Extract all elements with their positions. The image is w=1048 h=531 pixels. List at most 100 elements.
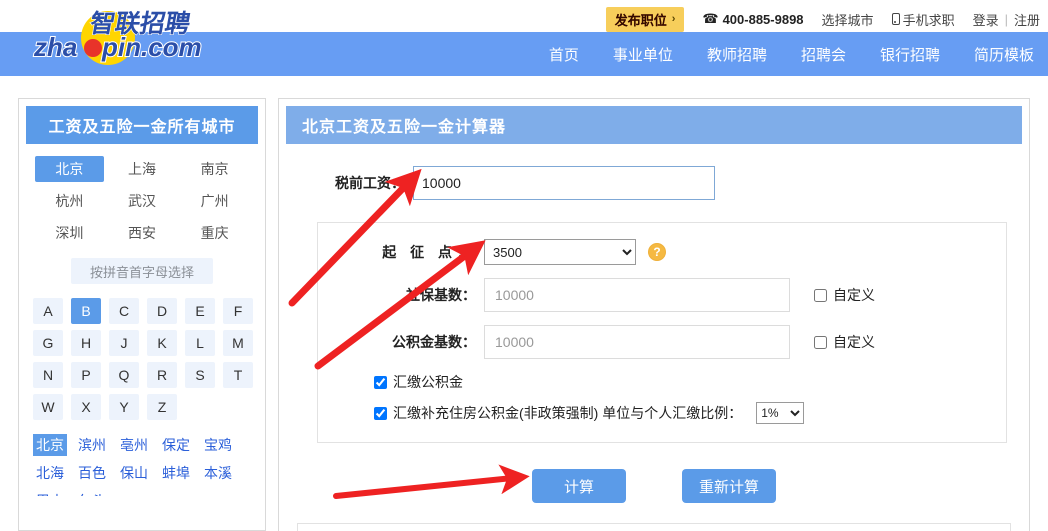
- register-link[interactable]: 注册: [1014, 10, 1040, 29]
- site-logo[interactable]: 智联招聘 zha pin.com: [16, 2, 216, 72]
- result-column-personal: [298, 524, 654, 531]
- svg-text:pin.com: pin.com: [101, 32, 202, 62]
- letter-city-4[interactable]: 宝鸡: [201, 434, 235, 456]
- select-city-link[interactable]: 选择城市: [822, 10, 874, 29]
- support-phone: ☎ 400-885-9898: [702, 11, 803, 27]
- nav-item-teacher[interactable]: 教师招聘: [707, 44, 767, 65]
- alphabet-grid: ABCDEF GHJKLM NPQRST WXYZ: [19, 284, 265, 426]
- result-column-company: [654, 524, 1010, 531]
- alphabet-cell-Z[interactable]: Z: [147, 394, 177, 420]
- fund-base-row: 公积金基数： 自定义: [318, 325, 1006, 359]
- content-area: 工资及五险一金所有城市 北京 上海 南京 杭州 武汉 广州 深圳 西安 重庆 按拼音首字母选择 …: [0, 76, 1048, 531]
- help-icon[interactable]: ?: [648, 243, 666, 261]
- alphabet-cell-L[interactable]: L: [185, 330, 215, 356]
- alphabet-cell-D[interactable]: D: [147, 298, 177, 324]
- calculator-panel: 北京工资及五险一金计算器 税前工资： 起 征 点： 35005000 ? 社保基…: [278, 98, 1030, 531]
- login-link[interactable]: 登录: [973, 10, 999, 29]
- threshold-row: 起 征 点： 35005000 ?: [318, 239, 1006, 265]
- nav-item-home[interactable]: 首页: [549, 44, 579, 65]
- alphabet-cell-W[interactable]: W: [33, 394, 63, 420]
- letter-city-6[interactable]: 百色: [75, 462, 109, 484]
- mobile-job-label: 手机求职: [902, 12, 955, 28]
- alphabet-cell-blank: [185, 394, 215, 420]
- pinyin-select-button[interactable]: 按拼音首字母选择: [71, 258, 213, 284]
- alphabet-cell-S[interactable]: S: [185, 362, 215, 388]
- alphabet-cell-G[interactable]: G: [33, 330, 63, 356]
- alphabet-cell-M[interactable]: M: [223, 330, 253, 356]
- alphabet-cell-H[interactable]: H: [71, 330, 101, 356]
- supplement-fund-checkbox[interactable]: [374, 406, 387, 420]
- fund-base-custom-toggle[interactable]: 自定义: [814, 332, 875, 352]
- social-base-input[interactable]: [484, 278, 790, 312]
- supplement-fund-label: 汇缴补充住房公积金(非政策强制) 单位与个人汇缴比例：: [393, 405, 743, 421]
- letter-city-5[interactable]: 北海: [33, 462, 67, 484]
- letter-city-9[interactable]: 本溪: [201, 462, 235, 484]
- alphabet-cell-J[interactable]: J: [109, 330, 139, 356]
- fund-base-input[interactable]: [484, 325, 790, 359]
- letter-city-2[interactable]: 亳州: [117, 434, 151, 456]
- hot-city-5[interactable]: 广州: [180, 188, 249, 214]
- calculate-button[interactable]: 计算: [532, 469, 626, 503]
- hot-city-7[interactable]: 西安: [108, 220, 177, 246]
- alphabet-cell-B[interactable]: B: [71, 298, 101, 324]
- letter-city-8[interactable]: 蚌埠: [159, 462, 193, 484]
- nav-item-shiye[interactable]: 事业单位: [613, 44, 673, 65]
- mobile-job-link[interactable]: 手机求职: [891, 10, 955, 29]
- social-base-custom-checkbox[interactable]: [814, 288, 827, 302]
- alphabet-cell-A[interactable]: A: [33, 298, 63, 324]
- hot-city-2[interactable]: 南京: [180, 156, 249, 182]
- alphabet-cell-C[interactable]: C: [109, 298, 139, 324]
- social-base-custom-label: 自定义: [833, 287, 875, 303]
- chevron-right-icon: ›: [671, 13, 676, 25]
- social-base-row: 社保基数： 自定义: [318, 278, 1006, 312]
- hot-city-8[interactable]: 重庆: [180, 220, 249, 246]
- supplement-ratio-select[interactable]: 1%2%3%4%5%: [756, 402, 805, 424]
- nav-item-resume[interactable]: 简历模板: [974, 44, 1034, 65]
- hot-city-4[interactable]: 武汉: [108, 188, 177, 214]
- alphabet-cell-F[interactable]: F: [223, 298, 253, 324]
- panel-title: 北京工资及五险一金计算器: [286, 106, 1022, 144]
- alphabet-cell-Y[interactable]: Y: [109, 394, 139, 420]
- letter-city-3[interactable]: 保定: [159, 434, 193, 456]
- letter-city-7[interactable]: 保山: [117, 462, 151, 484]
- social-base-label: 社保基数：: [406, 287, 476, 303]
- hot-city-grid: 北京 上海 南京杭州 武汉 广州深圳 西安 重庆: [19, 144, 265, 250]
- hot-city-6[interactable]: 深圳: [35, 220, 104, 246]
- alphabet-cell-Q[interactable]: Q: [109, 362, 139, 388]
- sidebar-title: 工资及五险一金所有城市: [26, 106, 258, 144]
- social-base-custom-toggle[interactable]: 自定义: [814, 285, 875, 305]
- reset-button[interactable]: 重新计算: [682, 469, 776, 503]
- post-job-badge[interactable]: 发布职位 发布职位 ›: [605, 6, 685, 32]
- alphabet-cell-T[interactable]: T: [223, 362, 253, 388]
- page-root: 发布职位 发布职位 › ☎ 400-885-9898 选择城市 手机求职 登录 …: [0, 0, 1048, 531]
- letter-city-11[interactable]: 包头: [75, 490, 109, 496]
- pay-fund-row[interactable]: 汇缴公积金: [318, 372, 1006, 392]
- alphabet-cell-E[interactable]: E: [185, 298, 215, 324]
- nav-item-bank[interactable]: 银行招聘: [880, 44, 940, 65]
- hot-city-0[interactable]: 北京: [35, 156, 104, 182]
- nav-item-list: 首页 事业单位 教师招聘 招聘会 银行招聘 简历模板: [549, 32, 1034, 76]
- threshold-select[interactable]: 35005000: [484, 239, 636, 265]
- alphabet-cell-R[interactable]: R: [147, 362, 177, 388]
- account-separator: |: [1004, 11, 1008, 27]
- hot-city-1[interactable]: 上海: [108, 156, 177, 182]
- alphabet-cell-blank: [223, 394, 253, 420]
- hot-city-3[interactable]: 杭州: [35, 188, 104, 214]
- telephone-icon: ☎: [702, 11, 719, 26]
- account-links: 登录 | 注册: [973, 10, 1040, 29]
- letter-city-10[interactable]: 巴中: [33, 490, 67, 496]
- nav-item-jobfair[interactable]: 招聘会: [801, 44, 846, 65]
- letter-city-1[interactable]: 滨州: [75, 434, 109, 456]
- alphabet-cell-X[interactable]: X: [71, 394, 101, 420]
- alphabet-cell-N[interactable]: N: [33, 362, 63, 388]
- logo-artwork: 智联招聘 zha pin.com: [32, 9, 203, 65]
- alphabet-cell-K[interactable]: K: [147, 330, 177, 356]
- fund-base-custom-checkbox[interactable]: [814, 335, 827, 349]
- calculator-form-box: 起 征 点： 35005000 ? 社保基数： 自定义 公积金基数：: [317, 222, 1007, 443]
- pretax-salary-row: 税前工资：: [279, 144, 1029, 200]
- letter-city-0[interactable]: 北京: [33, 434, 67, 456]
- pay-fund-checkbox[interactable]: [374, 375, 387, 389]
- alphabet-cell-P[interactable]: P: [71, 362, 101, 388]
- pretax-salary-input[interactable]: [413, 166, 715, 200]
- pretax-salary-label: 税前工资：: [335, 175, 405, 191]
